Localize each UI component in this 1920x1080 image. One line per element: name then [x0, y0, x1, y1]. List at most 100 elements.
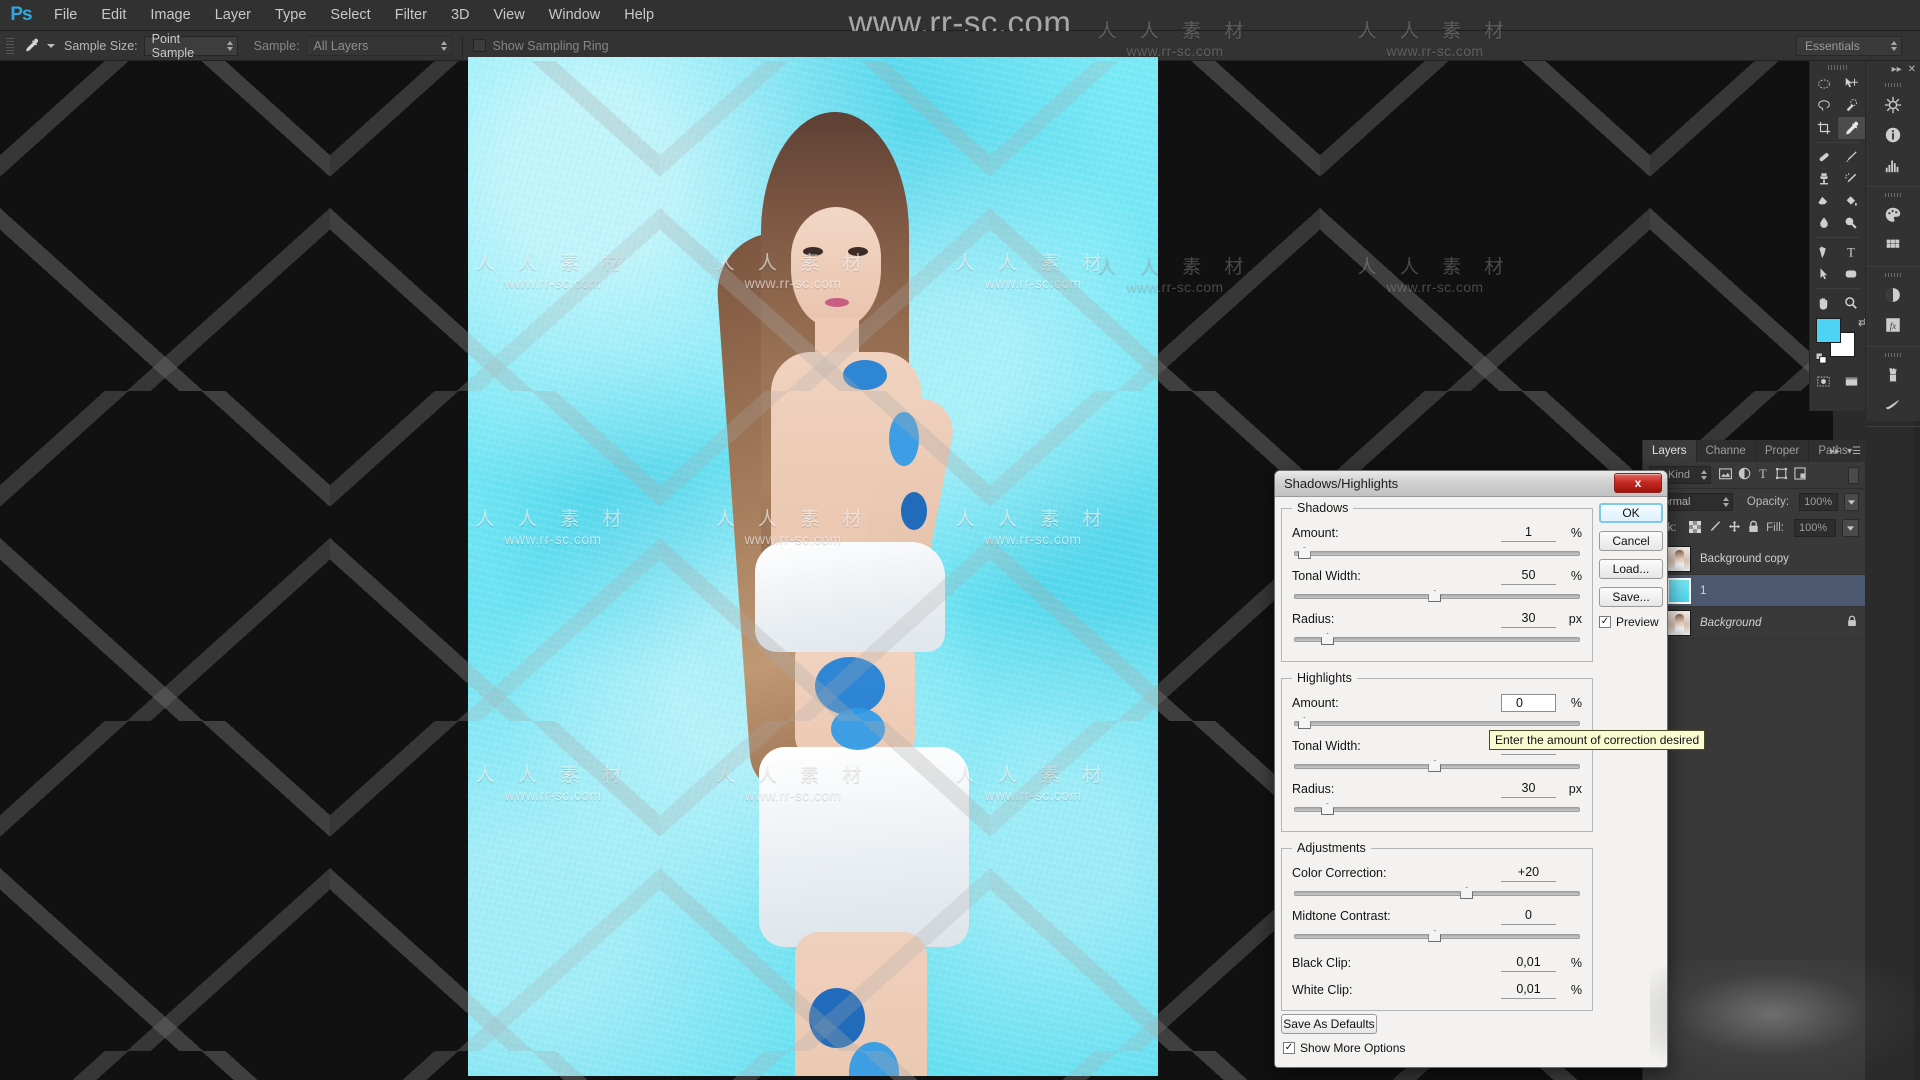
preview-checkbox[interactable]: ✓	[1599, 616, 1611, 628]
shadows-radius-slider[interactable]	[1292, 631, 1582, 647]
hand-tool[interactable]	[1810, 292, 1838, 314]
brush-presets-panel-icon[interactable]	[1866, 390, 1920, 420]
pen-tool[interactable]	[1810, 241, 1838, 263]
menu-3d[interactable]: 3D	[439, 0, 482, 31]
layer-thumbnail[interactable]	[1667, 545, 1691, 572]
highlights-tonal-width-slider[interactable]	[1292, 758, 1582, 774]
info-panel-icon[interactable]	[1866, 120, 1920, 150]
shadows-tonal-width-slider[interactable]	[1292, 588, 1582, 604]
layer-thumbnail[interactable]	[1667, 577, 1691, 604]
adjustments-panel-icon[interactable]	[1866, 280, 1920, 310]
highlights-radius-input[interactable]: 30	[1501, 780, 1556, 798]
shadows-amount-input[interactable]: 1	[1501, 524, 1556, 542]
paint-bucket-tool[interactable]	[1838, 190, 1866, 212]
shadows-radius-input[interactable]: 30	[1501, 610, 1556, 628]
swatches-panel-icon[interactable]	[1866, 230, 1920, 260]
shadows-tonal-width-input[interactable]: 50	[1501, 567, 1556, 585]
table-row[interactable]: Background	[1643, 607, 1865, 639]
eyedropper-tool[interactable]	[1837, 117, 1865, 139]
black-clip-input[interactable]: 0,01	[1501, 954, 1556, 972]
document-canvas[interactable]: 人 人 素 材 www.rr-sc.com 人 人 素 材 www.rr-sc.…	[468, 57, 1158, 1076]
tools-panel-grip[interactable]	[1810, 61, 1865, 73]
table-row[interactable]: Background copy	[1643, 543, 1865, 575]
lasso-tool[interactable]	[1810, 95, 1838, 117]
spot-healing-brush-tool[interactable]	[1810, 146, 1838, 168]
tool-preset-chevron-down-icon[interactable]	[47, 43, 55, 48]
quick-mask-icon[interactable]	[1810, 370, 1838, 392]
options-bar-grip[interactable]	[6, 35, 14, 57]
opacity-input[interactable]: 100%	[1799, 493, 1838, 511]
tab-properties[interactable]: Proper	[1756, 440, 1810, 462]
menu-layer[interactable]: Layer	[203, 0, 263, 31]
dialog-title-bar[interactable]: Shadows/Highlights x	[1275, 471, 1667, 497]
brush-tool[interactable]	[1838, 146, 1866, 168]
layer-filter-toggle[interactable]	[1848, 466, 1859, 484]
opacity-chevron-down-icon[interactable]	[1843, 493, 1860, 511]
cancel-button[interactable]: Cancel	[1599, 531, 1663, 551]
path-selection-tool[interactable]	[1810, 263, 1838, 285]
move-tool[interactable]	[1838, 73, 1866, 95]
shadows-amount-slider[interactable]	[1292, 545, 1582, 561]
dock-grip[interactable]	[1866, 189, 1920, 200]
dock-grip[interactable]	[1866, 79, 1920, 90]
history-brush-tool[interactable]	[1838, 168, 1866, 190]
show-sampling-ring-checkbox[interactable]	[472, 39, 486, 52]
color-correction-input[interactable]: +20	[1501, 864, 1556, 882]
lock-position-icon[interactable]	[1728, 520, 1741, 536]
dock-grip[interactable]	[1866, 349, 1920, 360]
shadows-highlights-dialog[interactable]: Shadows/Highlights x Shadows Amount: 1 %	[1274, 470, 1668, 1068]
highlights-amount-slider[interactable]	[1292, 715, 1582, 731]
tab-layers[interactable]: Layers	[1643, 440, 1697, 462]
history-panel-icon[interactable]	[1866, 90, 1920, 120]
type-filter-icon[interactable]: T	[1757, 467, 1769, 483]
midtone-contrast-slider[interactable]	[1292, 928, 1582, 944]
color-panel-icon[interactable]	[1866, 200, 1920, 230]
crop-tool[interactable]	[1810, 117, 1838, 139]
histogram-panel-icon[interactable]	[1866, 150, 1920, 180]
ok-button[interactable]: OK	[1599, 503, 1663, 523]
menu-filter[interactable]: Filter	[383, 0, 439, 31]
lock-image-pixels-icon[interactable]	[1708, 520, 1721, 536]
fill-chevron-down-icon[interactable]	[1842, 519, 1859, 537]
white-clip-input[interactable]: 0,01	[1501, 981, 1556, 999]
rectangle-tool[interactable]	[1838, 263, 1866, 285]
eyedropper-icon[interactable]	[18, 34, 44, 58]
dock-grip[interactable]	[1866, 269, 1920, 280]
blur-tool[interactable]	[1810, 212, 1838, 234]
tab-channels[interactable]: Channe	[1697, 440, 1756, 462]
lock-transparent-pixels-icon[interactable]	[1688, 520, 1701, 536]
panel-menu-icon[interactable]: ▾☰	[1847, 446, 1861, 457]
preview-checkbox-row[interactable]: ✓ Preview	[1599, 615, 1663, 629]
styles-panel-icon[interactable]: fx	[1866, 310, 1920, 340]
marquee-tool[interactable]	[1810, 73, 1838, 95]
quick-selection-tool[interactable]	[1838, 95, 1866, 117]
menu-help[interactable]: Help	[612, 0, 666, 31]
expand-panels-icon[interactable]: ▸▸	[1892, 64, 1902, 75]
highlights-radius-slider[interactable]	[1292, 801, 1582, 817]
pixel-filter-icon[interactable]	[1719, 467, 1732, 483]
dodge-tool[interactable]	[1838, 212, 1866, 234]
menu-file[interactable]: File	[42, 0, 89, 31]
menu-window[interactable]: Window	[537, 0, 613, 31]
menu-edit[interactable]: Edit	[89, 0, 138, 31]
zoom-tool[interactable]	[1838, 292, 1866, 314]
lock-all-icon[interactable]	[1748, 520, 1759, 536]
save-button[interactable]: Save...	[1599, 587, 1663, 607]
menu-select[interactable]: Select	[318, 0, 382, 31]
foreground-color-swatch[interactable]	[1816, 318, 1841, 343]
layer-thumbnail[interactable]	[1667, 609, 1691, 636]
show-more-options-checkbox[interactable]: ✓	[1283, 1042, 1295, 1054]
sample-size-select[interactable]: Point Sample	[143, 32, 238, 60]
adjustment-filter-icon[interactable]	[1738, 467, 1751, 483]
save-as-defaults-button[interactable]: Save As Defaults	[1281, 1014, 1377, 1034]
midtone-contrast-input[interactable]: 0	[1501, 907, 1556, 925]
close-dock-icon[interactable]: ✕	[1908, 64, 1916, 75]
show-more-options-row[interactable]: ✓ Show More Options	[1283, 1041, 1667, 1055]
close-icon[interactable]: x	[1614, 473, 1662, 493]
brush-panel-icon[interactable]	[1866, 360, 1920, 390]
eraser-tool[interactable]	[1810, 190, 1838, 212]
menu-image[interactable]: Image	[138, 0, 202, 31]
menu-view[interactable]: View	[482, 0, 537, 31]
shape-filter-icon[interactable]	[1775, 467, 1788, 483]
type-tool[interactable]: T	[1838, 241, 1866, 263]
